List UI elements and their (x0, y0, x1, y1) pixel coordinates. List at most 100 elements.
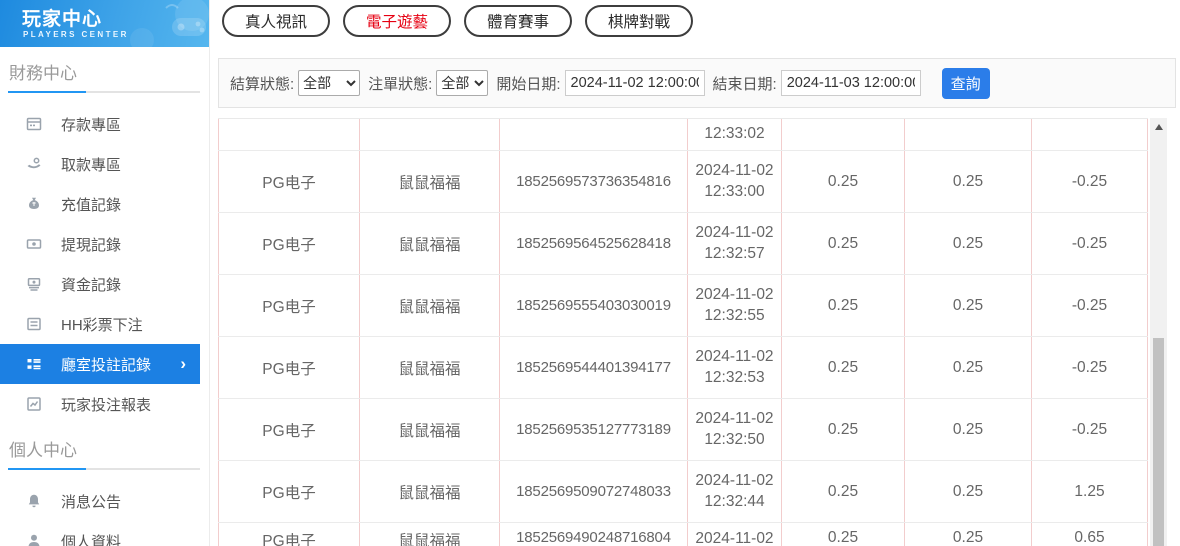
cell-game-name: 鼠鼠福福 (360, 213, 500, 274)
sidebar-item-廳室投註記錄[interactable]: 廳室投註記錄› (0, 344, 200, 384)
withdraw-note-icon (26, 236, 42, 252)
section-divider (8, 91, 200, 93)
sidebar-item-label: 存款專區 (61, 114, 121, 135)
cell-win-loss: 0.65 (1032, 523, 1148, 546)
cell-bet-amount (782, 119, 905, 150)
bell-icon (26, 493, 42, 509)
cell-bet-time: 2024-11-0212:32:55 (688, 275, 782, 336)
cell-win-loss: -0.25 (1032, 275, 1148, 336)
sidebar-item-提現記錄[interactable]: 提現記錄 (0, 224, 210, 264)
cell-valid-bet: 0.25 (905, 523, 1032, 546)
table-row: PG电子鼠鼠福福18525695444013941772024-11-0212:… (218, 337, 1148, 399)
cell-win-loss: 1.25 (1032, 461, 1148, 522)
cell-game-name: 鼠鼠福福 (360, 523, 500, 546)
sidebar-header: 玩家中心 PLAYERS CENTER (0, 0, 209, 47)
cell-bet-amount: 0.25 (782, 151, 905, 212)
cell-game-provider: PG电子 (218, 461, 360, 522)
cell-bet-time: 12:33:02 (688, 119, 782, 150)
cell-win-loss: -0.25 (1032, 399, 1148, 460)
recharge-bag-icon (26, 196, 42, 212)
sidebar-item-label: 玩家投注報表 (61, 394, 151, 415)
cell-order-id (500, 119, 688, 150)
sidebar-item-充值記錄[interactable]: 充值記錄 (0, 184, 210, 224)
tab-bar: 真人視訊電子遊藝體育賽事棋牌對戰 (222, 5, 693, 37)
cell-bet-time: 2024-11-0212:32:44 (688, 461, 782, 522)
cell-game-name: 鼠鼠福福 (360, 275, 500, 336)
sidebar-item-資金記錄[interactable]: 資金記錄 (0, 264, 210, 304)
cell-valid-bet: 0.25 (905, 151, 1032, 212)
table-row: PG电子鼠鼠福福18525695554030300192024-11-0212:… (218, 275, 1148, 337)
sidebar: 玩家中心 PLAYERS CENTER 財務中心 存款專區 取款專區 充值記錄 … (0, 0, 210, 546)
cell-game-provider (218, 119, 360, 150)
gamepad-decoration-icon (114, 0, 209, 47)
cell-game-provider: PG电子 (218, 151, 360, 212)
scrollbar-thumb[interactable] (1153, 338, 1164, 546)
cell-order-id: 1852569509072748033 (500, 461, 688, 522)
order-status-label: 注單狀態: (368, 73, 432, 94)
cell-bet-amount: 0.25 (782, 523, 905, 546)
end-date-input[interactable] (781, 70, 921, 96)
cell-game-provider: PG电子 (218, 399, 360, 460)
deposit-card-icon (26, 116, 42, 132)
scrollbar-up-button[interactable] (1150, 118, 1167, 135)
cell-valid-bet: 0.25 (905, 461, 1032, 522)
cell-game-provider: PG电子 (218, 523, 360, 546)
search-button[interactable]: 查詢 (942, 68, 990, 99)
cell-game-name (360, 119, 500, 150)
app-subtitle: PLAYERS CENTER (23, 30, 129, 39)
table-row: PG电子鼠鼠福福18525695351277731892024-11-0212:… (218, 399, 1148, 461)
tab-體育賽事[interactable]: 體育賽事 (464, 5, 572, 37)
sidebar-item-label: 消息公告 (61, 491, 121, 512)
up-arrow-icon (1155, 124, 1163, 130)
sidebar-item-label: 資金記錄 (61, 274, 121, 295)
cell-order-id: 1852569490248716804 (500, 523, 688, 546)
cell-bet-amount: 0.25 (782, 399, 905, 460)
cell-bet-amount: 0.25 (782, 275, 905, 336)
sidebar-item-個人資料[interactable]: 個人資料 (0, 521, 210, 546)
sidebar-item-消息公告[interactable]: 消息公告 (0, 481, 210, 521)
sidebar-item-存款專區[interactable]: 存款專區 (0, 104, 210, 144)
table-row: PG电子鼠鼠福福18525695645256284182024-11-0212:… (218, 213, 1148, 275)
table-row: 12:33:02 (218, 119, 1148, 151)
sidebar-item-label: 提現記錄 (61, 234, 121, 255)
cell-game-name: 鼠鼠福福 (360, 399, 500, 460)
person-icon (26, 533, 42, 546)
chevron-right-icon: › (180, 354, 186, 374)
cell-bet-time: 2024-11-0212:33:00 (688, 151, 782, 212)
tab-真人視訊[interactable]: 真人視訊 (222, 5, 330, 37)
cell-game-name: 鼠鼠福福 (360, 461, 500, 522)
cell-order-id: 1852569564525628418 (500, 213, 688, 274)
start-date-input[interactable] (565, 70, 705, 96)
cell-order-id: 1852569555403030019 (500, 275, 688, 336)
end-date-label: 結束日期: (713, 73, 777, 94)
cell-win-loss: -0.25 (1032, 337, 1148, 398)
cell-valid-bet: 0.25 (905, 337, 1032, 398)
cell-game-provider: PG电子 (218, 213, 360, 274)
order-status-select[interactable]: 全部 (436, 70, 488, 96)
cell-win-loss (1032, 119, 1148, 150)
table-scrollbar[interactable] (1150, 118, 1167, 546)
settle-status-select[interactable]: 全部 (298, 70, 360, 96)
section-label: 財務中心 (8, 57, 201, 91)
sidebar-menu-group: 存款專區 取款專區 充值記錄 提現記錄 資金記錄 HH彩票下注 廳室投註記錄› … (0, 104, 209, 424)
cell-valid-bet: 0.25 (905, 275, 1032, 336)
cell-bet-time: 2024-11-02 (688, 523, 782, 546)
cell-game-name: 鼠鼠福福 (360, 151, 500, 212)
sidebar-item-label: 取款專區 (61, 154, 121, 175)
sidebar-item-HH彩票下注[interactable]: HH彩票下注 (0, 304, 210, 344)
cell-bet-time: 2024-11-0212:32:57 (688, 213, 782, 274)
table-row: PG电子鼠鼠福福18525695737363548162024-11-0212:… (218, 151, 1148, 213)
settle-status-label: 結算狀態: (230, 73, 294, 94)
table-body: 12:33:02PG电子鼠鼠福福18525695737363548162024-… (218, 118, 1148, 546)
tab-電子遊藝[interactable]: 電子遊藝 (343, 5, 451, 37)
cell-valid-bet: 0.25 (905, 213, 1032, 274)
sidebar-item-取款專區[interactable]: 取款專區 (0, 144, 210, 184)
tab-棋牌對戰[interactable]: 棋牌對戰 (585, 5, 693, 37)
table-row: PG电子鼠鼠福福18525694902487168042024-11-020.2… (218, 523, 1148, 546)
cell-valid-bet: 0.25 (905, 399, 1032, 460)
cell-win-loss: -0.25 (1032, 151, 1148, 212)
room-records-icon (26, 356, 42, 372)
cell-game-provider: PG电子 (218, 275, 360, 336)
cell-game-name: 鼠鼠福福 (360, 337, 500, 398)
sidebar-item-玩家投注報表[interactable]: 玩家投注報表 (0, 384, 210, 424)
